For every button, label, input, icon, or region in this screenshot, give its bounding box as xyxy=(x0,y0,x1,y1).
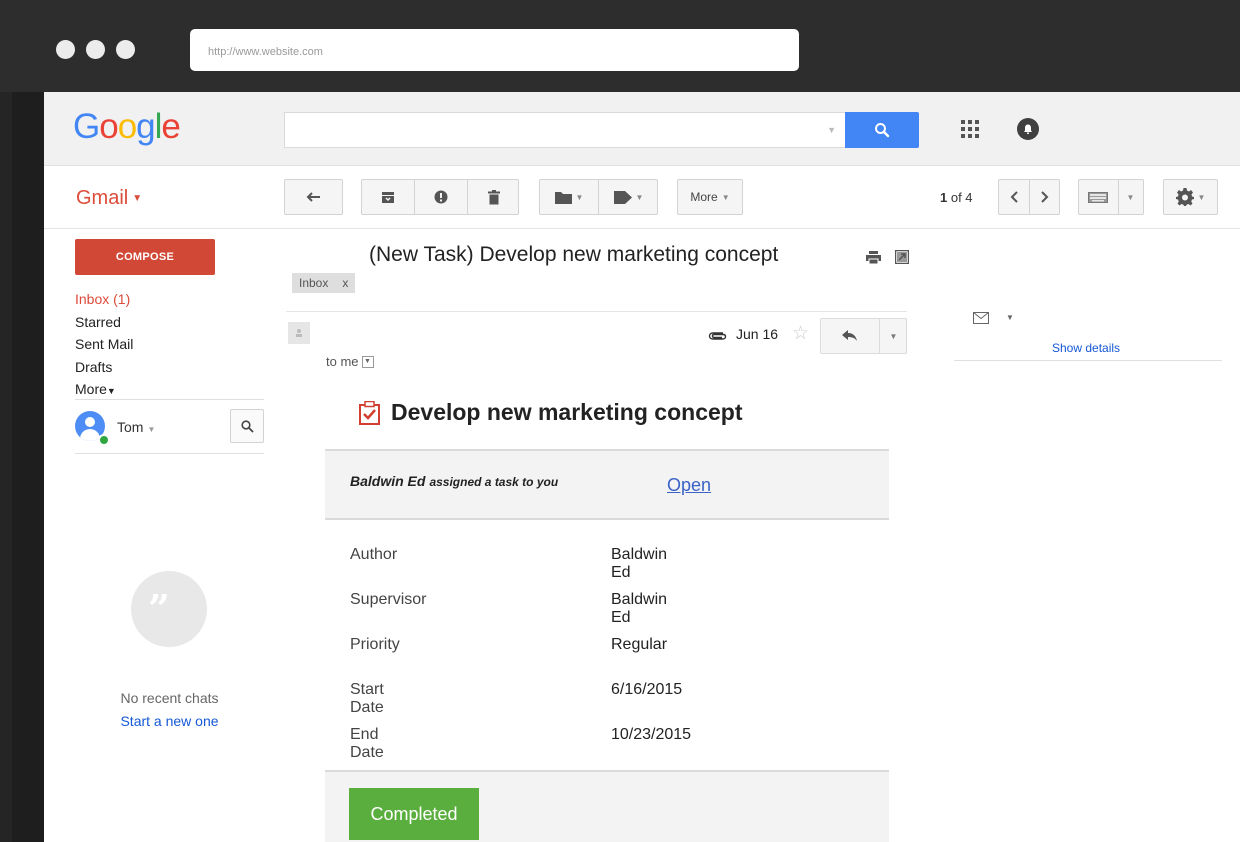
chevron-down-icon: ▼ xyxy=(1197,192,1206,202)
newer-button[interactable] xyxy=(999,180,1029,214)
sidebar-item-starred[interactable]: Starred xyxy=(75,311,133,334)
chevron-left-icon xyxy=(1010,191,1018,203)
archive-icon xyxy=(382,191,394,203)
new-window-button[interactable] xyxy=(894,249,910,269)
remove-label-button[interactable]: x xyxy=(342,276,348,290)
task-checkbox-icon xyxy=(359,400,380,425)
report-spam-button[interactable] xyxy=(415,180,467,214)
keyboard-icon xyxy=(1087,191,1108,203)
attachment-icon xyxy=(708,329,728,347)
address-bar[interactable]: http://www.website.com xyxy=(190,29,799,71)
labels-button[interactable]: ▼ xyxy=(599,180,658,214)
search-options-caret-icon[interactable]: ▼ xyxy=(827,125,836,135)
search-icon xyxy=(240,419,254,433)
chevron-down-icon: ▼ xyxy=(132,193,143,205)
sidebar-item-sent-mail[interactable]: Sent Mail xyxy=(75,333,133,356)
print-icon xyxy=(866,251,881,265)
assignment-text: Baldwin Ed assigned a task to you xyxy=(350,473,559,489)
sender-avatar[interactable] xyxy=(288,322,310,344)
reply-button[interactable] xyxy=(821,319,879,353)
compose-button[interactable]: COMPOSE xyxy=(75,239,215,275)
gmail-menu[interactable]: Gmail ▼ xyxy=(76,187,142,210)
message-counter: 1 of 4 xyxy=(940,190,973,205)
task-title: Develop new marketing concept xyxy=(359,399,742,426)
pagination-group xyxy=(998,179,1060,215)
chevron-down-icon: ▼ xyxy=(575,192,584,202)
label-tag-icon xyxy=(613,190,632,204)
no-chats-text: No recent chats xyxy=(120,690,219,706)
delete-button[interactable] xyxy=(468,180,519,214)
back-arrow-icon xyxy=(306,192,320,202)
search-button[interactable] xyxy=(845,112,919,148)
more-actions-button[interactable]: More ▼ xyxy=(677,179,743,215)
hangouts-search-button[interactable] xyxy=(230,409,264,443)
trash-icon xyxy=(487,189,500,204)
sidebar-item-inbox[interactable]: Inbox (1) xyxy=(75,288,133,311)
reply-icon xyxy=(842,330,857,341)
message-date: Jun 16 xyxy=(736,326,779,342)
sidebar-nav: Inbox (1) Starred Sent Mail Drafts More▼ xyxy=(75,288,133,403)
top-header: Google ▼ xyxy=(44,92,1240,166)
folder-icon xyxy=(554,191,572,204)
star-icon[interactable]: ☆ xyxy=(792,322,809,345)
browser-chrome: http://www.website.com xyxy=(0,0,1240,92)
window-edge xyxy=(0,0,12,842)
window-controls xyxy=(56,40,135,59)
gear-icon xyxy=(1175,188,1194,206)
chevron-right-icon xyxy=(1041,191,1049,203)
archive-button[interactable] xyxy=(362,180,414,214)
online-status-icon xyxy=(98,434,110,446)
report-spam-icon xyxy=(434,190,448,204)
chevron-down-icon: ▼ xyxy=(635,192,644,202)
start-chat-link[interactable]: Start a new one xyxy=(75,713,264,729)
new-window-icon xyxy=(894,249,910,265)
show-details-link[interactable]: Show details xyxy=(1052,341,1120,355)
search-input[interactable]: ▼ xyxy=(284,112,846,148)
chevron-down-icon: ▼ xyxy=(147,425,156,434)
message-divider xyxy=(286,311,907,312)
sidebar-divider xyxy=(75,399,264,400)
chevron-down-icon: ▼ xyxy=(1126,192,1135,202)
archive-report-delete-group xyxy=(361,179,519,215)
settings-button[interactable]: ▼ xyxy=(1163,179,1218,215)
right-panel-divider xyxy=(954,360,1222,361)
chevron-down-icon[interactable]: ▼ xyxy=(361,355,374,368)
open-task-link[interactable]: Open xyxy=(667,475,711,496)
action-toolbar: Gmail ▼ ▼ ▼ More ▼ 1 of 4 ▼ ▼ xyxy=(44,167,1240,229)
move-label-group: ▼ ▼ xyxy=(539,179,658,215)
label-chip-inbox[interactable]: Inbox x xyxy=(292,273,356,293)
apps-grid-icon[interactable] xyxy=(961,120,979,138)
chevron-down-icon[interactable]: ▼ xyxy=(1006,313,1014,322)
message-subject: (New Task) Develop new marketing concept xyxy=(369,243,779,266)
more-reply-options-button[interactable]: ▼ xyxy=(880,319,907,353)
print-button[interactable] xyxy=(866,251,881,269)
maximize-window-button[interactable] xyxy=(116,40,135,59)
hangouts-user-menu[interactable]: Tom ▼ xyxy=(117,419,155,435)
input-tools-button[interactable]: ▼ xyxy=(1078,179,1144,215)
quote-icon: ” xyxy=(148,586,170,631)
hangouts-bubble-tail xyxy=(168,632,178,648)
completed-button[interactable]: Completed xyxy=(349,788,479,840)
recipient-details[interactable]: to me ▼ xyxy=(326,353,374,369)
chevron-down-icon: ▼ xyxy=(721,192,730,202)
gmail-page: Google ▼ Gmail ▼ ▼ ▼ More ▼ 1 of 4 ▼ ▼ C… xyxy=(44,92,1240,842)
reply-group: ▼ xyxy=(820,318,907,354)
assignment-banner: Baldwin Ed assigned a task to you Open xyxy=(325,449,889,520)
close-window-button[interactable] xyxy=(56,40,75,59)
move-to-button[interactable]: ▼ xyxy=(540,180,598,214)
chevron-down-icon: ▼ xyxy=(106,386,116,396)
sidebar-divider xyxy=(75,453,264,454)
older-button[interactable] xyxy=(1030,180,1060,214)
envelope-icon[interactable] xyxy=(973,311,989,329)
person-icon xyxy=(296,329,302,337)
google-logo[interactable]: Google xyxy=(73,107,181,147)
minimize-window-button[interactable] xyxy=(86,40,105,59)
status-section: Completed xyxy=(325,770,889,842)
back-button[interactable] xyxy=(284,179,343,215)
notifications-icon[interactable] xyxy=(1017,118,1039,140)
search-icon xyxy=(875,123,890,138)
sidebar-item-drafts[interactable]: Drafts xyxy=(75,356,133,379)
